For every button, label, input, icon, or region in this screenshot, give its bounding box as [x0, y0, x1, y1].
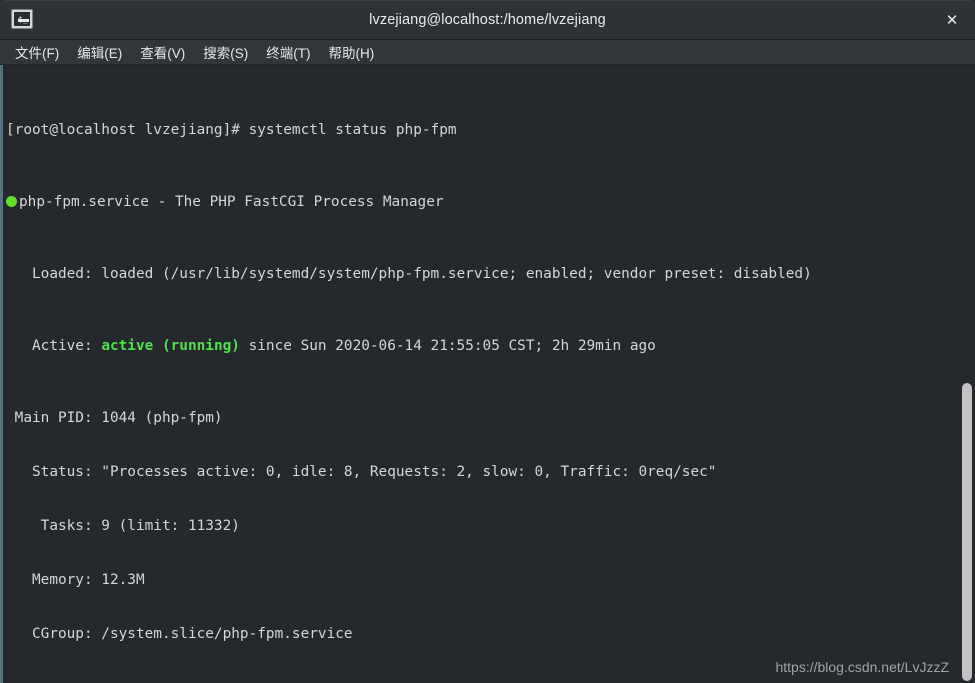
active-state-value: active (running) [101, 338, 240, 354]
terminal-line-memory: Memory: 12.3M [6, 572, 145, 588]
terminal-line-active: Active: active (running) since Sun 2020-… [6, 337, 959, 355]
close-icon[interactable]: ✕ [929, 1, 975, 39]
menu-item-view[interactable]: 查看(V) [132, 40, 193, 65]
active-since-text: since Sun 2020-06-14 21:55:05 CST; 2h 29… [239, 338, 656, 354]
terminal-line-unit-title: php-fpm.service - The PHP FastCGI Proces… [6, 193, 959, 211]
menu-item-file[interactable]: 文件(F) [7, 40, 67, 65]
service-status-dot [6, 196, 17, 207]
terminal-line-tasks: Tasks: 9 (limit: 11332) [6, 518, 240, 534]
menu-item-help[interactable]: 帮助(H) [321, 40, 383, 65]
menu-bar: 文件(F) 编辑(E) 查看(V) 搜索(S) 终端(T) 帮助(H) [0, 40, 975, 65]
scrollbar-thumb[interactable] [962, 383, 972, 681]
title-bar: $_ lvzejiang@localhost:/home/lvzejiang ✕ [0, 0, 975, 40]
unit-title-text: php-fpm.service - The PHP FastCGI Proces… [19, 194, 444, 210]
window-title: lvzejiang@localhost:/home/lvzejiang [369, 12, 606, 28]
menu-item-search[interactable]: 搜索(S) [195, 40, 256, 65]
terminal-area[interactable]: [root@localhost lvzejiang]# systemctl st… [0, 65, 975, 683]
terminal-icon: $_ [11, 9, 33, 29]
menu-item-terminal[interactable]: 终端(T) [258, 40, 318, 65]
terminal-line-command: [root@localhost lvzejiang]# systemctl st… [6, 122, 457, 138]
menu-item-edit[interactable]: 编辑(E) [69, 40, 130, 65]
terminal-icon-screen: $_ [14, 12, 30, 26]
terminal-output[interactable]: [root@localhost lvzejiang]# systemctl st… [3, 67, 959, 683]
scrollbar[interactable] [959, 65, 975, 683]
terminal-line-main-pid: Main PID: 1044 (php-fpm) [6, 410, 223, 426]
active-label: Active: [6, 338, 102, 354]
terminal-icon-bar [18, 19, 29, 22]
watermark: https://blog.csdn.net/LvJzzZ [775, 659, 949, 675]
terminal-line-status: Status: "Processes active: 0, idle: 8, R… [6, 464, 717, 480]
terminal-line-loaded: Loaded: loaded (/usr/lib/systemd/system/… [6, 266, 812, 282]
terminal-line-cgroup: CGroup: /system.slice/php-fpm.service [6, 626, 353, 642]
terminal-window: $_ lvzejiang@localhost:/home/lvzejiang ✕… [0, 0, 975, 683]
